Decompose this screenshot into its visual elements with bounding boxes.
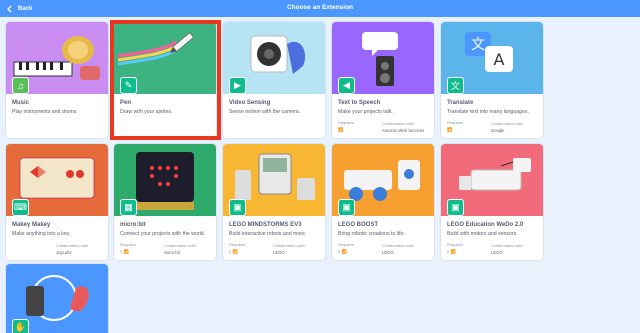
extension-name: micro:bit [120,222,146,228]
wifi-icon: 📶 [338,127,344,132]
extension-description: Make anything into a key. [12,231,71,237]
pen-icon: ✎ [120,77,137,94]
lego-boost-icon: ▣ [338,199,355,216]
collaboration-info: Collaboration with LEGO [491,243,523,255]
extension-card-gdx-for[interactable]: ✋ [5,263,109,333]
extension-description: Draw with your sprites. [120,109,173,115]
extension-card-lego-wedo[interactable]: ▣ LEGO Education WeDo 2.0 Build with mot… [440,143,544,261]
translate-icon: 文 [447,77,464,94]
extension-name: Makey Makey [12,222,51,228]
extension-name: Video Sensing [229,100,271,106]
extension-card-lego-boost[interactable]: ▣ LEGO BOOST Bring robotic creations to … [331,143,435,261]
extension-name: Pen [120,100,132,106]
speaker-icon: ◀ [338,77,355,94]
collaboration-info: Collaboration with LEGO [273,243,305,255]
video-camera-icon: ▶ [229,77,246,94]
music-icon: ♫ [12,77,29,94]
requires-info: Requires 📶 [447,120,464,132]
requires-info: Requires ᛒ 📶 [120,242,137,254]
extension-name: Translate [447,100,474,106]
extension-name: LEGO BOOST [338,222,379,228]
extension-name: Text to Speech [338,100,381,106]
requires-info: Requires ᛒ 📶 [447,242,464,254]
extension-card-microbit[interactable]: ▦ micro:bit Connect your projects with t… [113,143,217,261]
extension-card-translate[interactable]: 文 A 文 Translate Translate text into many… [440,21,544,139]
extension-name: LEGO Education WeDo 2.0 [447,222,524,228]
wifi-icon: 📶 [447,127,453,132]
requires-info: Requires ᛒ 📶 [229,242,246,254]
collaboration-info: Collaboration with JoyLabz [56,243,88,255]
extension-card-video-sensing[interactable]: ▶ Video Sensing Sense motion with the ca… [222,21,326,139]
extension-card-makey-makey[interactable]: ⌨ Makey Makey Make anything into a key. … [5,143,109,261]
extension-description: Connect your projects with the world. [120,231,206,237]
keyboard-icon: ⌨ [12,199,29,216]
bluetooth-icon: ᛒ 📶 [338,249,347,254]
extension-description: Build interactive robots and more. [229,231,307,237]
extension-card-music[interactable]: ♫ Music Play instruments and drums. [5,21,109,139]
bluetooth-icon: ᛒ 📶 [120,249,129,254]
top-bar: Back Choose an Extension [0,0,640,17]
extension-description: Make your projects talk. [338,109,393,115]
lego-ev3-icon: ▣ [229,199,246,216]
collaboration-info: Collaboration with micro:bit [164,243,196,255]
bluetooth-icon: ᛒ 📶 [229,249,238,254]
collaboration-info: Collaboration with Google [491,121,523,133]
lego-wedo-icon: ▣ [447,199,464,216]
microbit-icon: ▦ [120,199,137,216]
collaboration-info: Collaboration with LEGO [382,243,414,255]
extension-card-lego-mindstorms-ev3[interactable]: ▣ LEGO MINDSTORMS EV3 Build interactive … [222,143,326,261]
svg-text:A: A [494,50,505,69]
extension-description: Build with motors and sensors. [447,231,518,237]
hand-sensor-icon: ✋ [12,319,29,333]
extension-name: Music [12,100,30,106]
extension-card-text-to-speech[interactable]: ◀ Text to Speech Make your projects talk… [331,21,435,139]
requires-info: Requires ᛒ 📶 [338,242,355,254]
extension-card-pen[interactable]: ✎ Pen Draw with your sprites. [113,21,217,139]
bluetooth-icon: ᛒ 📶 [447,249,456,254]
extension-description: Bring robotic creations to life. [338,231,405,237]
extension-description: Sense motion with the camera. [229,109,301,115]
page-title: Choose an Extension [286,4,354,11]
extension-description: Play instruments and drums. [12,109,78,115]
collaboration-info: Collaboration with Amazon Web Services [382,121,425,133]
requires-info: Requires 📶 [338,120,355,132]
svg-text:文: 文 [471,37,485,53]
extension-grid: ♫ Music Play instruments and drums. ✎ Pe… [0,17,640,333]
extension-name: LEGO MINDSTORMS EV3 [229,222,302,228]
extension-description: Translate text into many languages. [447,109,529,115]
